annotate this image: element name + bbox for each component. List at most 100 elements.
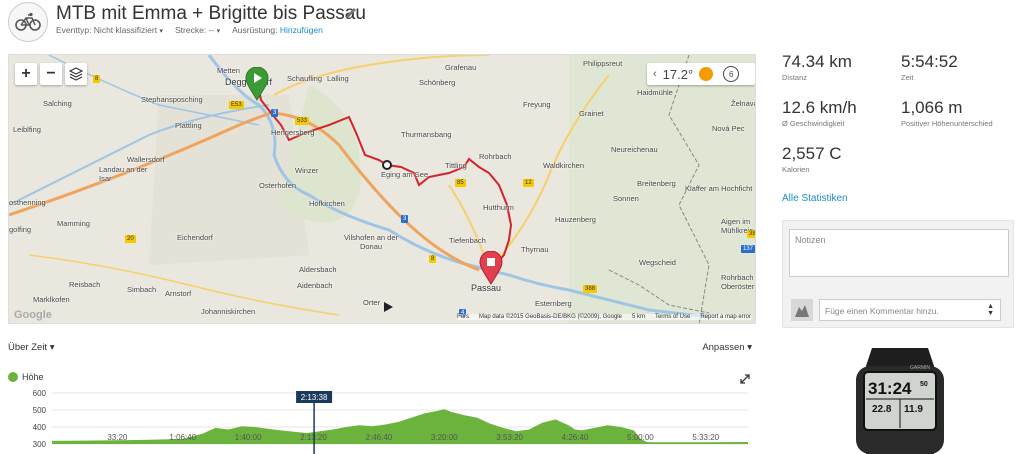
map-label: Lalling <box>327 74 349 83</box>
event-type-dropdown[interactable]: Eventtyp: Nicht klassifiziert ▾ <box>56 25 163 35</box>
map-label: Philippsreut <box>583 59 623 68</box>
map-label: Waldkirchen <box>543 161 584 170</box>
map-label: Winzer <box>295 166 319 175</box>
lap-marker-icon[interactable] <box>382 160 392 170</box>
map-label: Želnava <box>731 99 756 108</box>
chart-legend[interactable]: Höhe <box>8 372 44 382</box>
map-label: Sonnen <box>613 194 639 203</box>
zoom-out-button[interactable]: − <box>40 63 62 85</box>
map-label: Schaufling <box>287 74 323 83</box>
zoom-in-button[interactable]: + <box>15 63 37 85</box>
temperature: 17.2° <box>662 66 694 82</box>
watch-value-2: 11.9 <box>904 404 923 415</box>
add-equipment-link[interactable]: Hinzufügen <box>280 25 323 35</box>
map-label: Tiefenbach <box>449 236 486 245</box>
map-label: Klaffer am Hochficht <box>685 184 753 193</box>
cursor-label: 2:13:38 <box>301 393 328 402</box>
road-marker: 137 <box>741 245 755 253</box>
map-label: Landau an der Isar <box>99 165 148 183</box>
map-controls: + − <box>15 63 87 85</box>
map-label: Freyung <box>523 100 551 109</box>
finish-marker-icon[interactable] <box>479 251 503 285</box>
map-label: Plattling <box>175 121 202 130</box>
layers-icon <box>69 67 83 81</box>
road-marker: 388 <box>583 285 598 293</box>
comment-row: Füge einen Kommentar hinzu. ▲ ▼ <box>783 293 1015 329</box>
wind-icon: 6 <box>723 66 740 82</box>
activity-title: MTB mit Emma + Brigitte bis Passau <box>56 3 366 24</box>
map-label: Grainet <box>579 109 604 118</box>
x-axis-mode-dropdown[interactable]: Über Zeit ▾ <box>8 342 55 353</box>
map-label: Salching <box>43 99 72 108</box>
map-label: golfing <box>9 225 32 234</box>
google-logo: Google <box>14 309 52 321</box>
y-tick-label: 400 <box>33 423 47 432</box>
x-tick-label: 33:20 <box>107 433 128 442</box>
weather-widget[interactable]: ‹ 17.2° 6 <box>647 63 755 85</box>
layers-button[interactable] <box>65 63 87 85</box>
map-label: Aidenbach <box>297 281 333 290</box>
start-marker-icon[interactable] <box>245 67 269 101</box>
map-label: Rohrbach <box>479 152 512 161</box>
map-label: Grafenau <box>445 63 477 72</box>
map-label: Esternberg <box>535 299 572 308</box>
map-label: Thurmansbang <box>401 130 452 139</box>
x-tick-label: 4:26:40 <box>562 433 589 442</box>
map-label: Breitenberg <box>637 179 676 188</box>
equipment-field: Ausrüstung: Hinzufügen <box>232 25 323 35</box>
x-tick-label: 3:20:00 <box>431 433 458 442</box>
comment-input[interactable]: Füge einen Kommentar hinzu. ▲ ▼ <box>819 299 1001 321</box>
road-marker: 12 <box>523 179 534 187</box>
report-error-link[interactable]: Report a map error <box>700 314 751 320</box>
map-label: Hutthurm <box>483 203 514 212</box>
road-marker: 3 <box>271 109 279 117</box>
road-marker: E53 <box>229 101 244 109</box>
map-label: Thyrnau <box>521 245 549 254</box>
map-label: Simbach <box>127 285 157 294</box>
y-tick-label: 300 <box>33 440 47 449</box>
road-marker: 8 <box>429 255 437 263</box>
cycling-icon <box>8 2 48 42</box>
watch-time: 31:24 <box>868 379 912 398</box>
map-label: Aldersbach <box>299 265 337 274</box>
map-label: Johanniskirchen <box>201 307 256 316</box>
elevation-chart[interactable]: 60050040030033:201:06:401:40:002:13:202:… <box>0 385 760 454</box>
x-tick-label: 5:00:00 <box>627 433 654 442</box>
legend-label: Höhe <box>22 372 44 382</box>
road-marker: 3 <box>401 215 409 223</box>
map-label: Metten <box>217 66 240 75</box>
watch-brand: GARMIN <box>910 365 930 371</box>
expand-icon[interactable] <box>740 374 750 384</box>
stat-distance: 74.34 km Distanz <box>782 52 852 82</box>
terms-link[interactable]: Terms of Use <box>655 314 690 320</box>
edit-pencil-icon[interactable] <box>344 6 358 20</box>
map-label: Tittling <box>445 161 467 170</box>
map-label: Vilshofen an der Donau <box>343 233 399 251</box>
map-label: Wallersdorf <box>127 155 165 164</box>
x-tick-label: 1:40:00 <box>235 433 262 442</box>
sun-icon <box>699 67 714 81</box>
map-label: Arnstorf <box>165 289 192 298</box>
garmin-watch-image: GARMIN 31:24 50 22.8 11.9 <box>856 348 944 454</box>
route-map[interactable]: Metten Deggendorf Schaufling Lalling Gra… <box>8 54 756 324</box>
notes-panel: Notizen Füge einen Kommentar hinzu. ▲ ▼ <box>782 220 1014 328</box>
chevron-left-icon[interactable]: ‹ <box>653 68 657 80</box>
notes-textarea[interactable]: Notizen <box>789 229 1009 277</box>
map-label: Hauzenberg <box>555 215 596 224</box>
road-marker: 85 <box>455 179 466 187</box>
fit-dropdown[interactable]: Anpassen ▾ <box>702 342 752 353</box>
play-route-icon[interactable] <box>381 300 395 314</box>
comment-stepper-icon[interactable]: ▲ ▼ <box>987 303 994 317</box>
y-tick-label: 500 <box>33 406 47 415</box>
road-marker: 8 <box>93 75 101 83</box>
map-label: Marklkofen <box>33 295 70 304</box>
x-tick-label: 3:53:20 <box>496 433 523 442</box>
map-label: Neureichenau <box>611 145 658 154</box>
y-tick-label: 600 <box>33 389 47 398</box>
activity-header: MTB mit Emma + Brigitte bis Passau Event… <box>8 0 768 44</box>
map-label: Schönberg <box>419 78 456 87</box>
course-dropdown[interactable]: Strecke: -- ▾ <box>175 25 220 35</box>
map-label: Eichendorf <box>177 233 213 242</box>
all-stats-link[interactable]: Alle Statistiken <box>782 193 848 204</box>
map-label: Hofkirchen <box>309 199 345 208</box>
